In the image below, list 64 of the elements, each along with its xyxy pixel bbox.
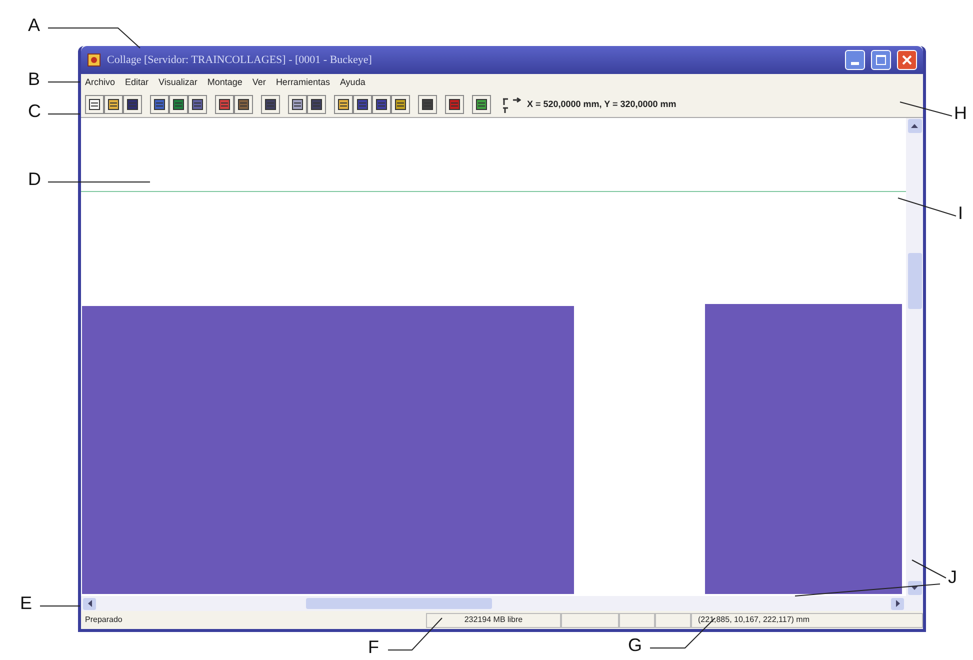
- toolbar-button[interactable]: [261, 95, 280, 114]
- toolbar-button[interactable]: [234, 95, 253, 114]
- scroll-up-button[interactable]: [908, 119, 922, 133]
- toolbar-button[interactable]: [391, 95, 410, 114]
- callout-label: D: [28, 170, 41, 188]
- toolbar-button[interactable]: [418, 95, 437, 114]
- up-arrow-icon: [911, 124, 918, 128]
- scroll-thumb[interactable]: [908, 253, 922, 309]
- callout-label: C: [28, 102, 41, 120]
- toolbar-button[interactable]: [372, 95, 391, 114]
- toolbar-button[interactable]: [334, 95, 353, 114]
- toolbar-button[interactable]: [472, 95, 491, 114]
- toolbar-button[interactable]: [445, 95, 464, 114]
- leader-line: [900, 102, 952, 116]
- menu-item[interactable]: Ayuda: [340, 76, 366, 90]
- scroll-thumb[interactable]: [306, 598, 492, 609]
- status-message: Preparado: [84, 614, 124, 626]
- scroll-left-button[interactable]: [83, 598, 96, 610]
- horizontal-scrollbar[interactable]: [81, 596, 923, 611]
- toolbar-button[interactable]: [307, 95, 326, 114]
- menu-item[interactable]: Archivo: [85, 76, 116, 90]
- callout-label: E: [20, 594, 32, 612]
- scroll-right-button[interactable]: [891, 598, 904, 610]
- callout-label: H: [954, 104, 967, 122]
- menu-item[interactable]: Herramientas: [276, 76, 330, 90]
- swap-axes-icon: [501, 96, 521, 114]
- callout-label: F: [368, 638, 379, 656]
- maximize-button[interactable]: [871, 50, 891, 70]
- toolbar-button[interactable]: [288, 95, 307, 114]
- close-icon: [902, 55, 912, 65]
- toolbar-button[interactable]: [150, 95, 169, 114]
- callout-label: G: [628, 636, 642, 654]
- menu-item[interactable]: Montage: [207, 76, 242, 90]
- extent-coordinates: (221,885, 10,167, 222,117) mm: [691, 612, 923, 628]
- menu-item[interactable]: Editar: [125, 76, 149, 90]
- cursor-coordinates: X = 520,0000 mm, Y = 320,0000 mm: [527, 98, 676, 111]
- toolbar-button[interactable]: [123, 95, 142, 114]
- toolbar-button[interactable]: [169, 95, 188, 114]
- free-memory: 232194 MB libre: [426, 612, 561, 628]
- app-icon: [87, 53, 101, 67]
- menu-item[interactable]: Ver: [252, 76, 266, 90]
- vertical-scrollbar[interactable]: [906, 118, 923, 596]
- toolbar-button[interactable]: [215, 95, 234, 114]
- leader-line: [388, 618, 442, 650]
- close-button[interactable]: [897, 50, 917, 70]
- callout-label: B: [28, 70, 40, 88]
- window-title: Collage [Servidor: TRAINCOLLAGES] - [0001 - Buckeye]: [107, 52, 372, 68]
- callout-label: J: [948, 568, 957, 586]
- minimize-button[interactable]: [845, 50, 865, 70]
- toolbar-button[interactable]: [353, 95, 372, 114]
- toolbar-button[interactable]: [85, 95, 104, 114]
- scroll-down-button[interactable]: [908, 581, 922, 595]
- down-arrow-icon: [911, 586, 918, 590]
- toolbar-button[interactable]: [188, 95, 207, 114]
- minimize-icon: [851, 62, 859, 65]
- maximize-icon: [876, 55, 886, 65]
- callout-label: A: [28, 16, 40, 34]
- status-pane: [655, 612, 691, 628]
- leader-line: [898, 198, 956, 216]
- right-arrow-icon: [896, 600, 900, 607]
- callout-label: I: [958, 204, 964, 222]
- toolbar-button[interactable]: [104, 95, 123, 114]
- left-arrow-icon: [88, 600, 92, 607]
- menu-item[interactable]: Visualizar: [158, 76, 198, 90]
